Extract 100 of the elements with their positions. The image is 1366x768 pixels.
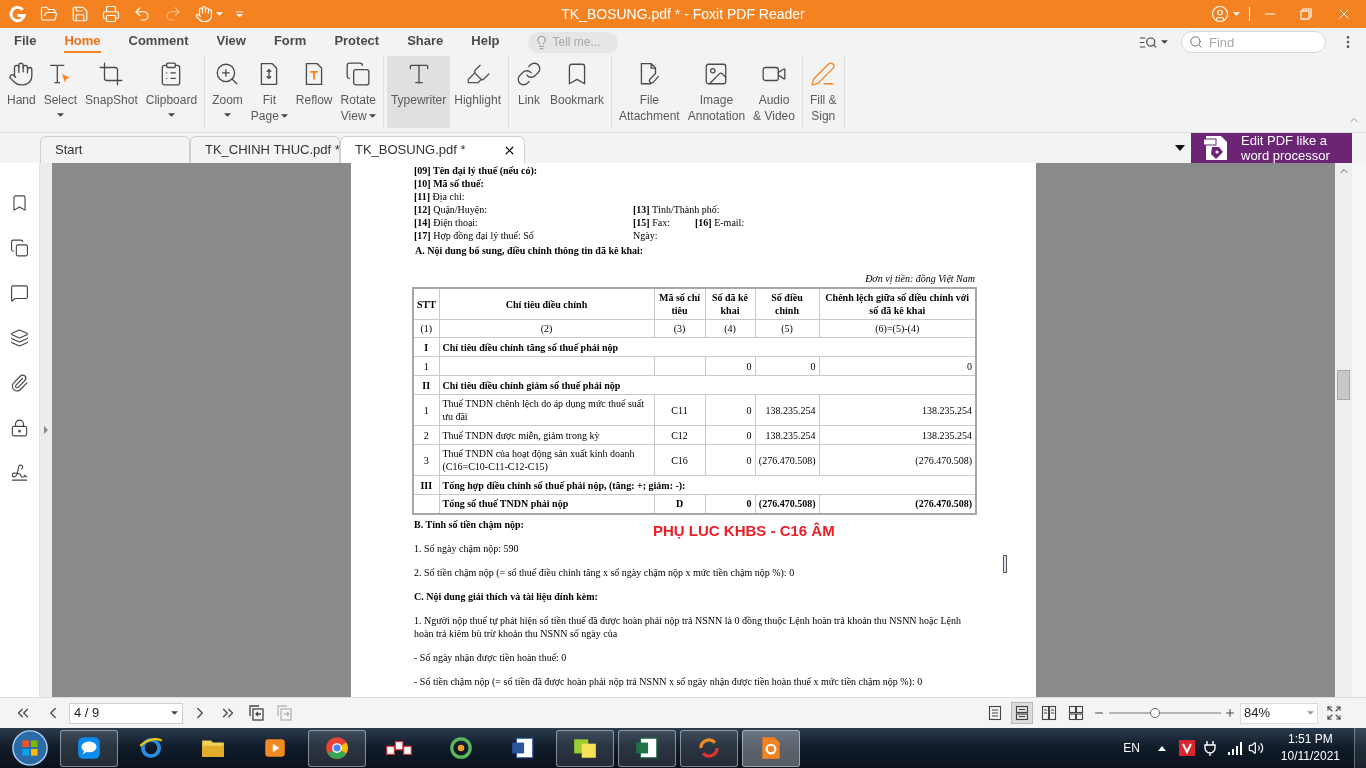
taskbar-app-button[interactable] [556,729,614,767]
table-cell: (3) [654,319,705,338]
field-label: [12] Quận/Huyện: [414,204,488,215]
table-cell: 138.235.254 [755,425,819,445]
ribbon-tool-button[interactable]: Select [39,56,82,128]
stamp-annotation[interactable]: PHỤ LUC KHBS - C16 ÂM [653,521,835,539]
clock-time[interactable]: 1:51 PM [1288,731,1333,748]
hand-icon[interactable] [195,5,213,23]
menu-tab[interactable]: Help [471,31,500,53]
ribbon-tool-button[interactable]: Reflow [291,56,337,128]
document-tab[interactable]: TK_CHINH THUC.pdf * [190,136,340,163]
document-tab[interactable]: Start [40,136,190,163]
table-header-cell: STT [413,288,439,320]
comment-icon[interactable] [10,283,29,303]
customize-caret-icon[interactable] [236,10,243,18]
ribbon-tool-button[interactable]: SnapShot [81,56,142,128]
menu-tab[interactable]: File [14,31,37,53]
clock-date[interactable]: 10/11/2021 [1280,748,1340,765]
zoom-field[interactable]: 84% [1240,702,1318,724]
field-label: [14] Điện thoại: [414,217,478,228]
overlapping-pages-icon [345,61,372,87]
ribbon-tool-button[interactable]: Highlight [450,56,505,128]
table-cell: 1 [413,394,439,426]
ribbon-tool-button[interactable]: Zoom [208,56,247,128]
paragraph: 1. Số ngày chậm nộp: 590 [414,542,519,554]
ribbon-tool-button[interactable]: Fit Page [246,56,292,128]
print-icon[interactable] [102,5,120,23]
link-icon [515,61,542,87]
continuous-page-icon [1014,705,1030,721]
search-list-icon[interactable] [1139,34,1157,50]
hand-icon [8,61,35,87]
signature-icon[interactable] [10,463,29,483]
tell-me-field[interactable]: Tell me... [528,31,619,53]
taskbar-app-button[interactable] [308,729,366,767]
ribbon-tool-button[interactable]: Rotate View [336,56,380,128]
language-indicator[interactable]: EN [1123,739,1140,757]
search-icon [1189,35,1203,49]
table-cell: (1) [413,319,439,338]
bookmark-icon[interactable] [10,193,29,213]
table-header-cell: Chỉ tiêu điều chỉnh [439,288,654,320]
field-label: [13] Tỉnh/Thành phố: [633,204,720,215]
ribbon-tool-button[interactable]: Bookmark [545,56,608,128]
table-cell: Thuế TNDN của hoạt động sản xuất kinh doanh (C16=C10-C11-C12-C15) [439,444,654,476]
show-desktop-button[interactable] [1354,728,1366,768]
menu-tab[interactable]: Comment [128,31,189,53]
previous-view-icon[interactable] [247,704,265,722]
taskbar-app-button[interactable] [742,729,800,767]
scroll-thumb[interactable] [1337,370,1350,400]
menu-tab[interactable]: Form [273,31,307,53]
table-cell: C16 [654,444,705,476]
tab-list-caret-icon[interactable] [1175,145,1185,151]
field-label: Ngày: [633,230,658,241]
taskbar-app-button[interactable] [618,729,676,767]
fullscreen-icon[interactable] [1326,705,1342,721]
expand-arrow-icon[interactable] [44,426,48,434]
ribbon-tool-button[interactable]: Hand [3,56,40,128]
table-cell: (2) [439,319,654,338]
layers-icon[interactable] [10,328,29,348]
speaker-icon[interactable] [1247,740,1264,756]
paperclip-icon[interactable] [10,373,29,393]
signal-bars-icon[interactable] [1226,740,1243,756]
chat-bubble-icon [76,735,102,761]
spreadsheet-icon [634,735,660,761]
taskbar-app-button[interactable] [60,729,118,767]
menu-tab[interactable]: View [216,31,246,53]
ribbon-tool-button[interactable]: Image Annotation [683,56,750,128]
zoom-in-icon[interactable] [1224,707,1236,719]
app-logo-icon[interactable] [8,4,27,24]
view-mode-button[interactable] [1011,702,1033,724]
table-cell: 3 [413,444,439,476]
document-icon [510,735,536,761]
menu-tab[interactable]: Protect [334,31,380,53]
folder-open-icon[interactable] [40,5,58,23]
table-cell: (276.470.508) [755,444,819,476]
ribbon-tool-button[interactable]: Audio & Video [749,56,799,128]
table-cell: 0 [705,394,755,426]
power-plug-icon[interactable] [1201,740,1218,756]
ribbon-tool-button[interactable]: Typewriter [386,56,451,128]
zoom-slider-thumb[interactable] [1149,708,1160,718]
tray-app-icon[interactable] [1178,740,1195,756]
find-field[interactable]: Find [1181,31,1326,53]
promo-banner[interactable]: Edit PDF like a word processor [1191,133,1352,163]
caret-icon [1161,40,1168,44]
page-number-field[interactable]: 4 / 9 [69,702,183,724]
ribbon-tool-button[interactable]: File Attachment [615,56,684,128]
pages-icon[interactable] [10,238,29,258]
ribbon-tool-button[interactable]: Fill & Sign [805,56,841,128]
zoom-slider[interactable] [1109,707,1221,719]
field-label: [16] E-mail: [695,217,745,228]
table-cell: Thuế TNDN được miễn, giảm trong kỳ [439,425,654,445]
menu-tab[interactable]: Share [407,31,444,53]
document-tab[interactable]: TK_BOSUNG.pdf * [340,136,525,163]
table-header-cell: Số điều chỉnh [755,288,819,320]
start-orb-icon[interactable] [11,729,49,767]
caret-up-icon[interactable] [1157,745,1166,751]
text-cursor-icon [1003,555,1007,573]
table-cell: (5) [755,319,819,338]
lock-icon[interactable] [10,418,29,438]
ribbon-tool-button[interactable]: Clipboard [141,56,202,128]
ribbon-tool-button[interactable]: Link [511,56,546,128]
